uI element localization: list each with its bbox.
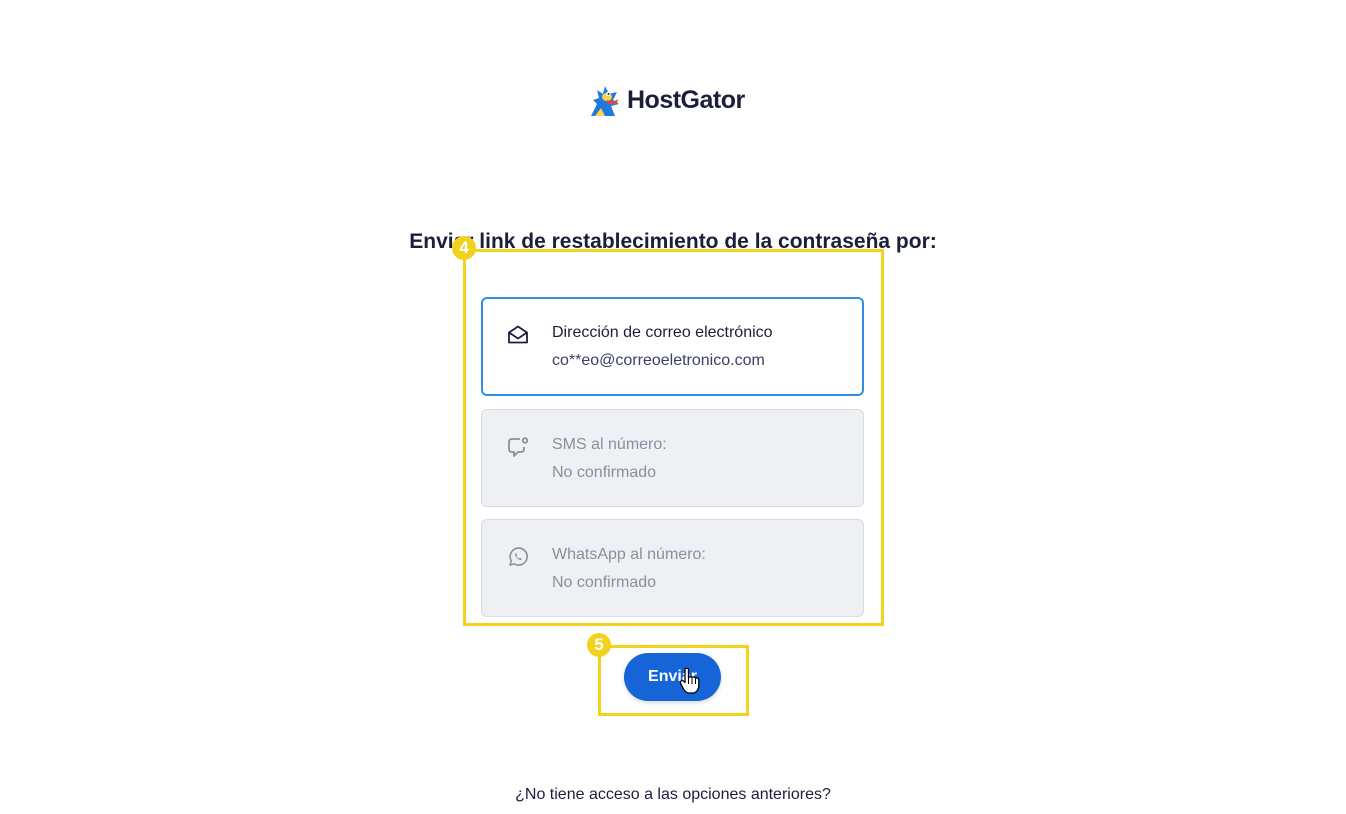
- annotation-box-5: [598, 645, 749, 716]
- no-access-link[interactable]: ¿No tiene acceso a las opciones anterior…: [0, 786, 1346, 804]
- hostgator-logo[interactable]: HostGator: [587, 82, 745, 118]
- annotation-box-4: [463, 249, 884, 626]
- annotation-badge-4: 4: [452, 236, 476, 260]
- brand-name: HostGator: [627, 85, 745, 114]
- password-reset-page: HostGator Enviar link de restablecimient…: [0, 0, 1346, 814]
- annotation-badge-5: 5: [587, 633, 611, 657]
- gator-mascot-icon: [591, 86, 619, 116]
